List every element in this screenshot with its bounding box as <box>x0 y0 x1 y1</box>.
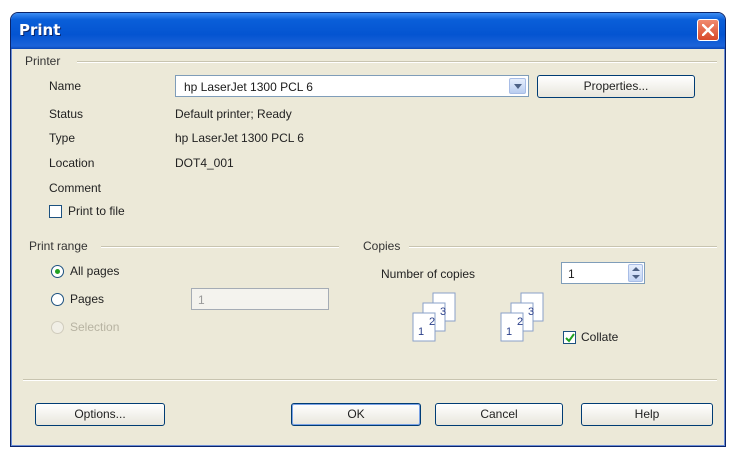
print-range-rule <box>101 246 339 248</box>
comment-label: Comment <box>49 181 102 195</box>
collate-checkbox[interactable] <box>563 331 576 344</box>
copies-spinner-value: 1 <box>568 267 575 281</box>
options-button[interactable]: Options... <box>35 403 165 426</box>
collate-page-number: 2 <box>517 316 523 328</box>
collate-page-number: 1 <box>418 326 424 338</box>
spin-arrows-icon <box>632 267 640 279</box>
cancel-button[interactable]: Cancel <box>435 403 563 426</box>
print-range-group-label: Print range <box>29 239 88 253</box>
collate-page-number: 3 <box>528 306 534 318</box>
window-title: Print <box>19 21 61 39</box>
collate-page-number: 3 <box>440 306 446 318</box>
checkmark-icon <box>565 333 575 343</box>
selection-radio[interactable] <box>51 321 64 334</box>
collate-label[interactable]: Collate <box>581 330 618 344</box>
collate-pages-icon: 1 2 3 1 2 3 <box>412 292 544 342</box>
collate-page-number: 1 <box>506 326 512 338</box>
copies-rule <box>409 246 717 248</box>
selection-label: Selection <box>70 320 120 334</box>
location-value: DOT4_001 <box>175 156 234 170</box>
printer-group-label: Printer <box>25 54 61 68</box>
printer-name-value: hp LaserJet 1300 PCL 6 <box>184 80 313 94</box>
copies-spinner[interactable]: 1 <box>561 262 645 284</box>
collate-page-number: 2 <box>429 316 435 328</box>
print-to-file-checkbox[interactable] <box>49 205 62 218</box>
type-value: hp LaserJet 1300 PCL 6 <box>175 131 304 145</box>
radio-selected-dot <box>55 269 60 274</box>
status-value: Default printer; Ready <box>175 107 292 121</box>
printer-group-rule <box>77 61 717 63</box>
name-label: Name <box>49 79 82 93</box>
pages-input[interactable]: 1 <box>191 288 329 310</box>
location-label: Location <box>49 156 95 170</box>
button-separator <box>23 379 717 381</box>
type-label: Type <box>49 131 76 145</box>
printer-name-select[interactable]: hp LaserJet 1300 PCL 6 <box>175 75 529 97</box>
collate-stack-2: 1 2 3 <box>500 292 544 342</box>
dialog-client-area: Printer Name hp LaserJet 1300 PCL 6 Prop… <box>15 49 721 442</box>
close-icon <box>702 24 714 36</box>
all-pages-radio[interactable] <box>51 265 64 278</box>
help-button[interactable]: Help <box>581 403 713 426</box>
dropdown-arrow-icon <box>514 84 522 89</box>
pages-label[interactable]: Pages <box>70 292 104 306</box>
ok-button[interactable]: OK <box>291 403 421 426</box>
close-button[interactable] <box>697 19 719 41</box>
pages-input-value: 1 <box>198 293 205 307</box>
number-of-copies-label: Number of copies <box>381 267 476 281</box>
dropdown-button[interactable] <box>509 78 526 94</box>
title-bar[interactable]: Print <box>11 13 725 49</box>
spin-buttons[interactable] <box>628 264 643 282</box>
properties-button[interactable]: Properties... <box>537 75 695 98</box>
pages-radio[interactable] <box>51 293 64 306</box>
all-pages-label[interactable]: All pages <box>70 264 119 278</box>
collate-stack-1: 1 2 3 <box>412 292 456 342</box>
print-dialog: Print Printer Name hp LaserJet 1300 PCL … <box>10 12 726 447</box>
print-to-file-label[interactable]: Print to file <box>68 204 125 218</box>
status-label: Status <box>49 107 84 121</box>
copies-group-label: Copies <box>363 239 401 253</box>
